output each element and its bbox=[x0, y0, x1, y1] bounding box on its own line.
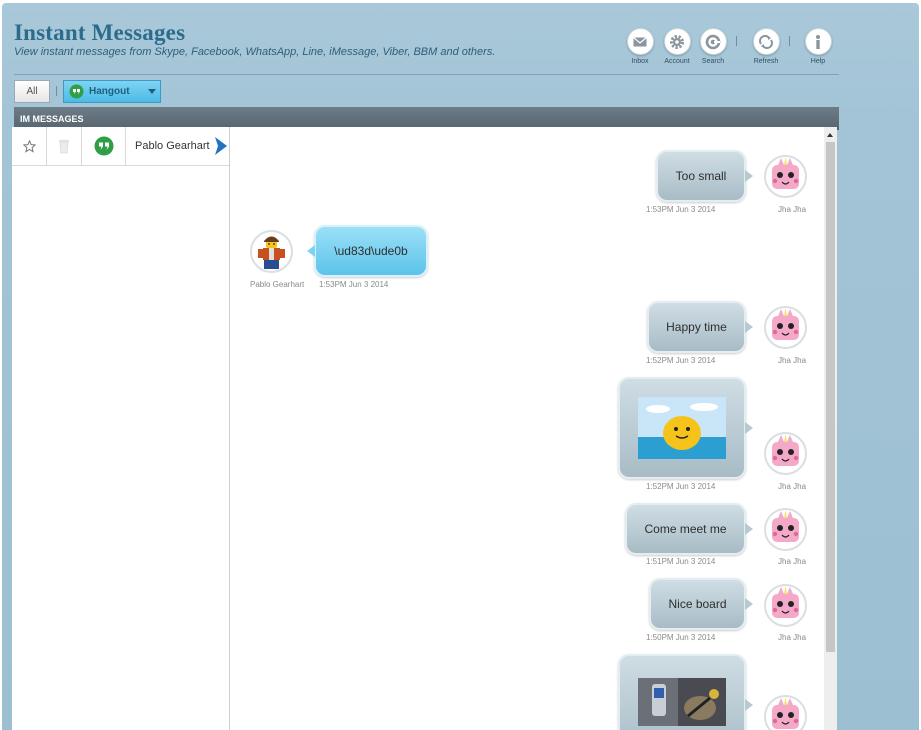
message-text: \ud83d\ude0b bbox=[334, 244, 408, 258]
sender-name: Jha Jha bbox=[778, 356, 807, 365]
contact-name: Pablo Gearhart bbox=[135, 140, 210, 152]
message-thread: Too small 1:53PM Jun 3 2014 Jha Jha \ud8… bbox=[230, 127, 824, 730]
gear-icon bbox=[663, 28, 691, 55]
header-divider bbox=[14, 74, 839, 75]
message-text: Happy time bbox=[666, 320, 727, 334]
smiley-sticker-image bbox=[638, 397, 726, 459]
refresh-icon bbox=[752, 28, 780, 55]
message-text: Too small bbox=[675, 169, 727, 183]
avatar bbox=[764, 695, 807, 730]
chat-scrollbar[interactable] bbox=[824, 127, 837, 730]
board-photo-image bbox=[638, 678, 726, 726]
unicorn-avatar-icon bbox=[772, 434, 799, 466]
avatar bbox=[250, 230, 293, 273]
chevron-down-icon bbox=[148, 89, 156, 94]
info-icon bbox=[804, 28, 832, 55]
sender-name: Jha Jha bbox=[778, 633, 807, 642]
hangouts-icon bbox=[69, 84, 84, 99]
trash-icon[interactable] bbox=[47, 127, 81, 165]
selected-filter-label: Hangout bbox=[89, 86, 130, 97]
search-label: Search bbox=[701, 58, 725, 65]
unicorn-avatar-icon bbox=[772, 157, 799, 189]
chevron-right-icon bbox=[213, 137, 227, 160]
message-timestamp: 1:53PM Jun 3 2014 bbox=[646, 205, 716, 214]
sender-name: Jha Jha bbox=[778, 205, 807, 214]
filter-divider bbox=[56, 86, 57, 96]
message-timestamp: 1:52PM Jun 3 2014 bbox=[646, 356, 716, 365]
unicorn-avatar-icon bbox=[772, 308, 799, 340]
outgoing-message-bubble: Come meet me bbox=[625, 503, 753, 555]
scroll-up-icon[interactable] bbox=[827, 133, 833, 137]
avatar bbox=[764, 584, 807, 627]
hangouts-icon bbox=[82, 127, 125, 165]
envelope-icon bbox=[626, 28, 654, 55]
lego-figure-avatar-icon bbox=[258, 236, 285, 269]
message-timestamp: 1:51PM Jun 3 2014 bbox=[646, 557, 716, 566]
unicorn-avatar-icon bbox=[772, 697, 799, 729]
outgoing-message-bubble: Too small bbox=[656, 150, 753, 202]
sender-name: Jha Jha bbox=[778, 482, 807, 491]
page-subtitle: View instant messages from Skype, Facebo… bbox=[14, 46, 496, 58]
incoming-message-bubble: \ud83d\ude0b bbox=[307, 225, 428, 277]
toolbar-divider bbox=[789, 36, 790, 46]
filter-all-button[interactable]: All bbox=[14, 80, 50, 103]
outgoing-message-bubble: Happy time bbox=[647, 301, 753, 353]
avatar bbox=[764, 508, 807, 551]
scrollbar-thumb[interactable] bbox=[826, 142, 835, 652]
outgoing-message-bubble: Nice board bbox=[649, 578, 753, 630]
conversation-list: Pablo Gearhart bbox=[12, 127, 230, 730]
avatar bbox=[764, 432, 807, 475]
conversation-item[interactable]: Pablo Gearhart bbox=[12, 127, 229, 166]
search-icon bbox=[699, 28, 727, 55]
message-text: Nice board bbox=[668, 597, 727, 611]
refresh-label: Refresh bbox=[753, 58, 779, 65]
avatar bbox=[764, 306, 807, 349]
unicorn-avatar-icon bbox=[772, 586, 799, 618]
sender-name: Pablo Gearhart bbox=[250, 280, 305, 289]
message-timestamp: 1:52PM Jun 3 2014 bbox=[646, 482, 716, 491]
message-timestamp: 1:50PM Jun 3 2014 bbox=[646, 633, 716, 642]
sender-name: Jha Jha bbox=[778, 557, 807, 566]
message-text: Come meet me bbox=[644, 522, 727, 536]
refresh-button[interactable]: Refresh bbox=[741, 28, 791, 65]
search-button[interactable]: Search bbox=[688, 28, 738, 65]
page-title: Instant Messages bbox=[14, 20, 186, 45]
toolbar-divider bbox=[736, 36, 737, 46]
unicorn-avatar-icon bbox=[772, 510, 799, 542]
outgoing-image-bubble[interactable] bbox=[618, 377, 753, 479]
outgoing-image-bubble[interactable] bbox=[618, 654, 753, 730]
help-button[interactable]: Help bbox=[793, 28, 843, 65]
app-filter-dropdown[interactable]: Hangout bbox=[63, 80, 161, 103]
help-label: Help bbox=[810, 58, 826, 65]
avatar bbox=[764, 155, 807, 198]
star-icon[interactable] bbox=[12, 127, 46, 165]
message-timestamp: 1:53PM Jun 3 2014 bbox=[319, 280, 389, 289]
